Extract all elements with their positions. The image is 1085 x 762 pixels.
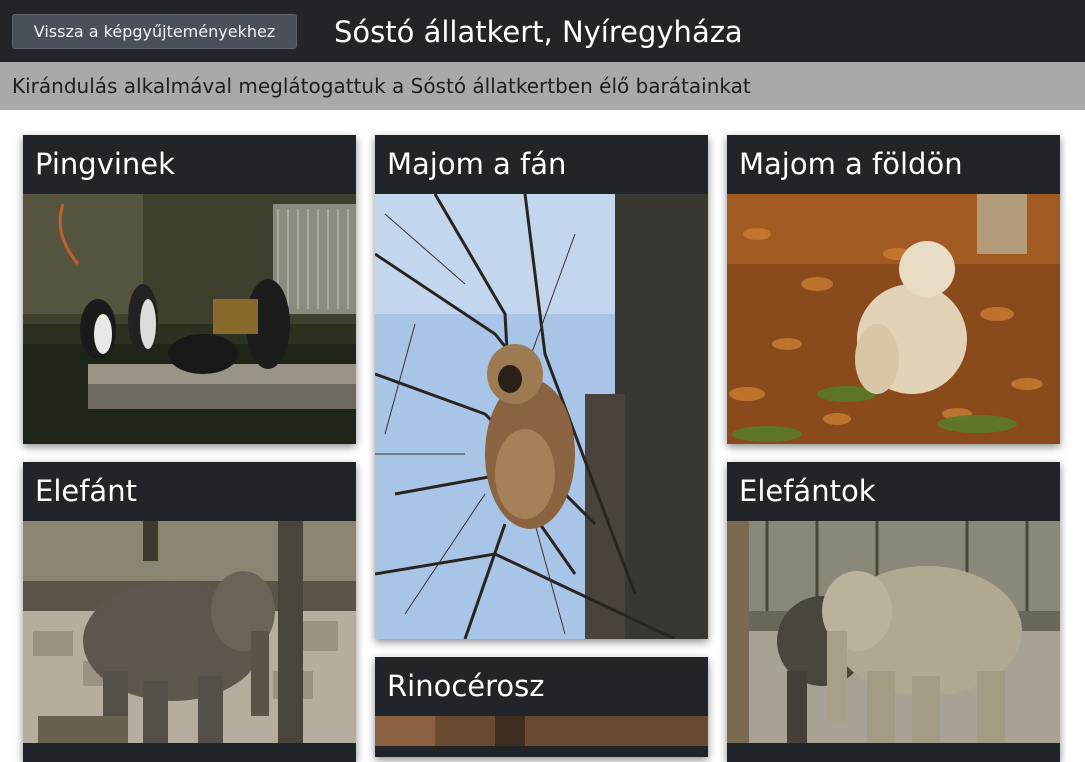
- card-title: Elefánt: [35, 474, 137, 508]
- page-title: Sóstó állatkert, Nyíregyháza: [334, 15, 743, 49]
- card-title: Elefántok: [739, 474, 876, 508]
- photo-penguins[interactable]: [23, 194, 356, 444]
- gallery-card-monkey-tree[interactable]: Majom a fán: [375, 135, 708, 639]
- top-navbar: Vissza a képgyűjteményekhez Sóstó állatk…: [0, 0, 1085, 62]
- gallery-card-elephant[interactable]: Elefánt: [23, 462, 356, 762]
- description-bar: Kirándulás alkalmával meglátogattuk a Só…: [0, 62, 1085, 110]
- photo-monkey-ground[interactable]: [727, 194, 1060, 444]
- gallery-card-penguins[interactable]: Pingvinek: [23, 135, 356, 444]
- gallery-card-elephants[interactable]: Elefántok: [727, 462, 1060, 762]
- card-title: Majom a földön: [739, 147, 963, 181]
- page-description: Kirándulás alkalmával meglátogattuk a Só…: [12, 74, 751, 98]
- card-title: Pingvinek: [35, 147, 175, 181]
- photo-elephant[interactable]: [23, 521, 356, 743]
- card-title: Majom a fán: [387, 147, 567, 181]
- photo-monkey-tree[interactable]: [375, 194, 708, 639]
- photo-rhino[interactable]: [375, 716, 708, 746]
- gallery-card-monkey-ground[interactable]: Majom a földön: [727, 135, 1060, 444]
- photo-elephants[interactable]: [727, 521, 1060, 743]
- card-title: Rinocérosz: [387, 669, 545, 703]
- gallery-card-rhino[interactable]: Rinocérosz: [375, 657, 708, 757]
- back-to-galleries-button[interactable]: Vissza a képgyűjteményekhez: [12, 14, 297, 49]
